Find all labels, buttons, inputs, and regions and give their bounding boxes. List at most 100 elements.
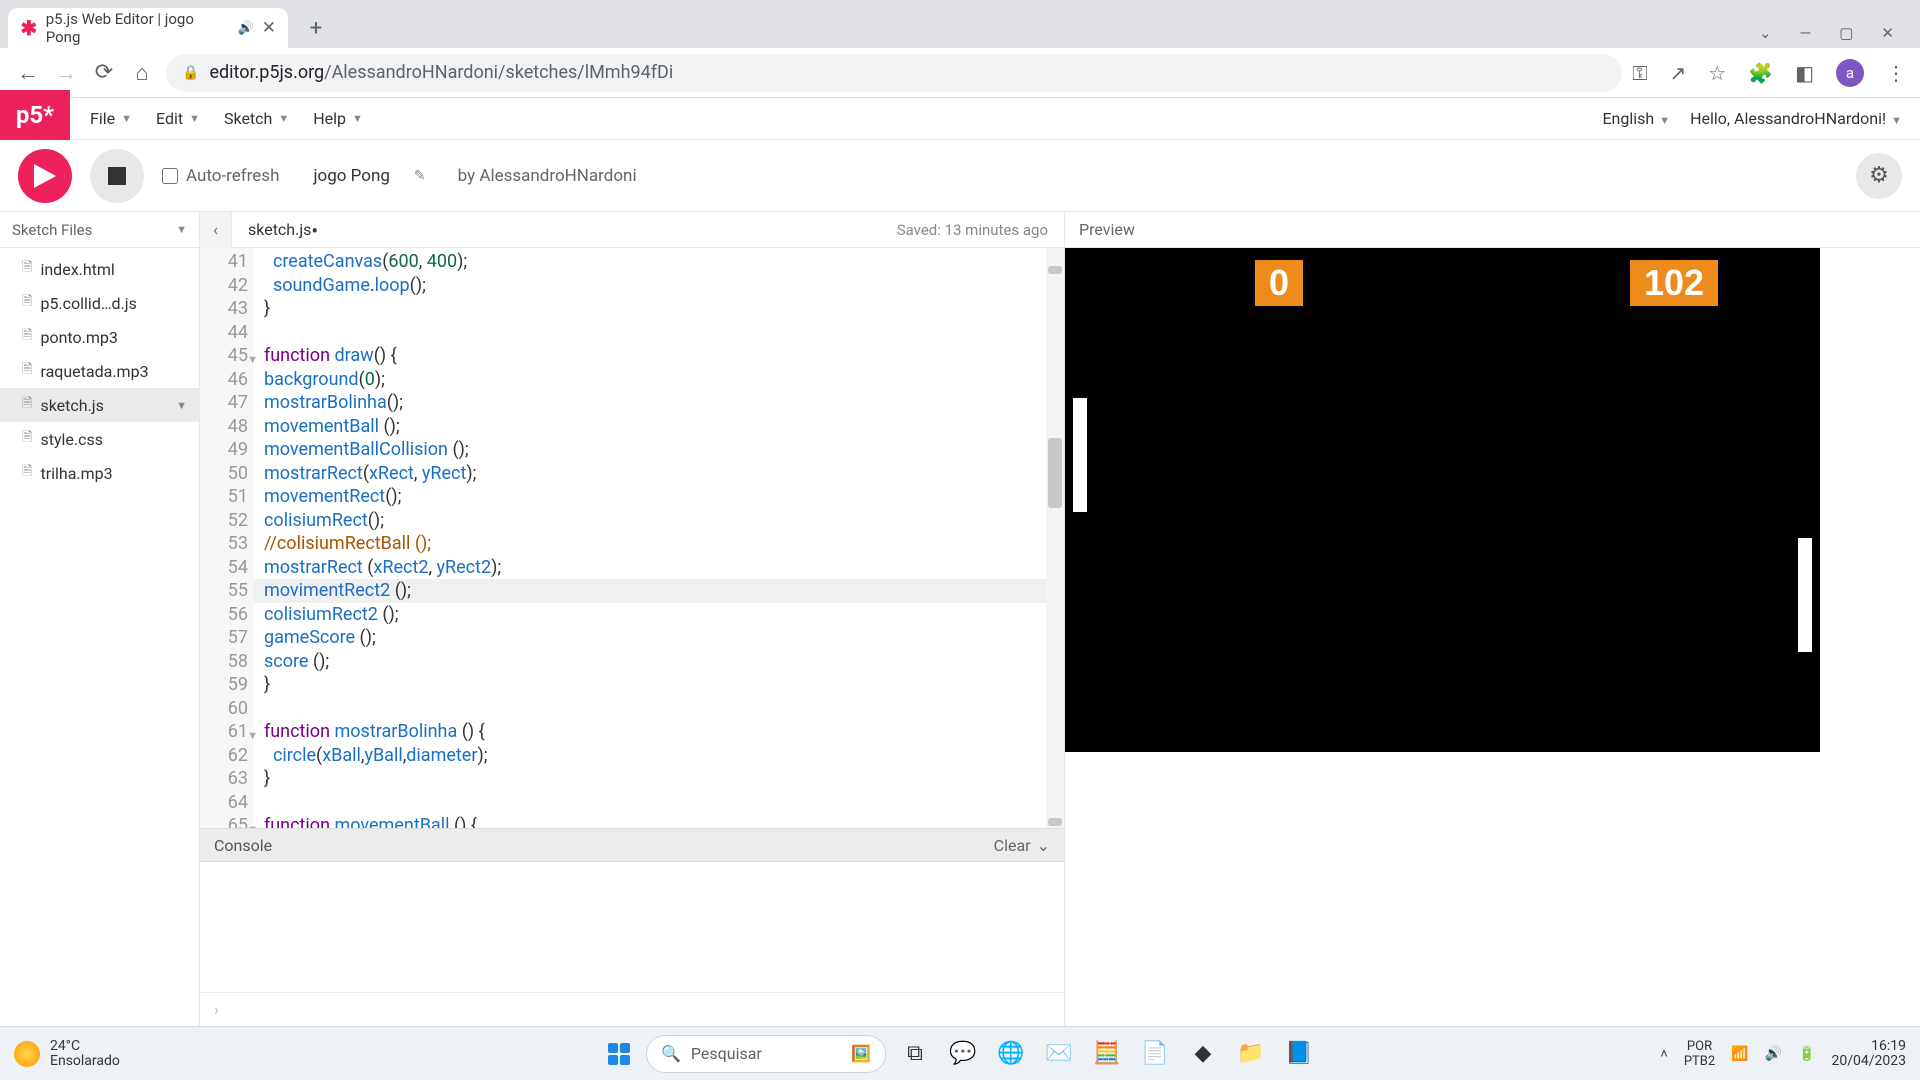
auto-refresh-checkbox[interactable] (162, 168, 178, 184)
maximize-icon[interactable]: ▢ (1839, 24, 1853, 42)
sketch-canvas[interactable]: 0 102 (1065, 248, 1820, 752)
search-placeholder: Pesquisar (691, 1044, 762, 1063)
p5-menubar: p5* File▼ Edit▼ Sketch▼ Help▼ English▼ H… (0, 98, 1920, 140)
new-tab-button[interactable]: + (298, 10, 334, 46)
auto-refresh-label: Auto-refresh (186, 166, 279, 186)
menu-sketch[interactable]: Sketch▼ (214, 101, 299, 136)
windows-taskbar: 24°C Ensolarado 🔍 Pesquisar 🖼️ ⧉ 💬 🌐 ✉️ … (0, 1026, 1920, 1080)
file-name: p5.collid…d.js (40, 294, 136, 313)
file-icon: 🗎 (22, 292, 32, 314)
file-icon: 🗎 (22, 462, 32, 484)
wifi-icon[interactable]: 📶 (1731, 1046, 1748, 1062)
word-icon[interactable]: 📘 (1280, 1035, 1318, 1073)
scroll-down-icon[interactable] (1048, 818, 1062, 826)
file-tab[interactable]: sketch.js• (232, 220, 334, 239)
home-icon[interactable]: ⌂ (128, 59, 156, 87)
start-button[interactable] (602, 1037, 636, 1071)
language-selector[interactable]: English▼ (1602, 109, 1670, 128)
copilot-icon[interactable]: ◆ (1184, 1035, 1222, 1073)
console-input[interactable]: › (200, 992, 1064, 1026)
reload-icon[interactable]: ⟳ (90, 59, 118, 87)
sketch-name: jogo Pong (313, 166, 389, 186)
file-item[interactable]: 🗎style.css (0, 422, 199, 456)
back-icon[interactable]: ← (14, 59, 42, 87)
volume-icon[interactable]: 🔊 (1765, 1046, 1782, 1062)
settings-button[interactable]: ⚙ (1856, 153, 1902, 199)
code-content[interactable]: createCanvas(600, 400); soundGame.loop()… (254, 248, 1064, 828)
bookmark-icon[interactable]: ☆ (1708, 61, 1726, 85)
collapse-sidebar-button[interactable]: ‹ (200, 212, 232, 248)
notepad-icon[interactable]: 📄 (1136, 1035, 1174, 1073)
clock[interactable]: 16:1920/04/2023 (1832, 1039, 1907, 1069)
battery-icon[interactable]: 🔋 (1798, 1046, 1815, 1062)
menu-file[interactable]: File▼ (80, 101, 142, 136)
file-icon: 🗎 (22, 258, 32, 280)
play-button[interactable] (18, 149, 72, 203)
file-item[interactable]: 🗎index.html (0, 252, 199, 286)
lock-icon: 🔒 (182, 65, 199, 81)
address-bar: ← → ⟳ ⌂ 🔒 editor.p5js.org/AlessandroHNar… (0, 48, 1920, 98)
close-window-icon[interactable]: ✕ (1881, 24, 1894, 42)
p5-editor: p5* File▼ Edit▼ Sketch▼ Help▼ English▼ H… (0, 98, 1920, 1026)
caret-down-icon: ▼ (176, 223, 187, 236)
editor-scrollbar[interactable] (1046, 248, 1064, 828)
user-greeting[interactable]: Hello, AlessandroHNardoni!▼ (1690, 109, 1902, 128)
weather-text: 24°C Ensolarado (50, 1039, 120, 1069)
calculator-icon[interactable]: 🧮 (1088, 1035, 1126, 1073)
file-icon: 🗎 (22, 394, 32, 416)
explorer-icon[interactable]: 📁 (1232, 1035, 1270, 1073)
mail-icon[interactable]: ✉️ (1040, 1035, 1078, 1073)
kebab-menu-icon[interactable]: ⋮ (1886, 61, 1906, 85)
tab-title: p5.js Web Editor | jogo Pong (46, 10, 230, 46)
caret-down-icon: ▼ (352, 112, 363, 125)
sidebar-header[interactable]: Sketch Files ▼ (0, 212, 199, 248)
teams-icon[interactable]: 💬 (944, 1035, 982, 1073)
console-clear-button[interactable]: Clear ⌄ (994, 836, 1050, 855)
sun-icon (14, 1041, 40, 1067)
code-editor[interactable]: 4142434445▼46474849505152535455565758596… (200, 248, 1064, 828)
chrome-icon[interactable]: 🌐 (992, 1035, 1030, 1073)
console-label: Console (214, 836, 272, 855)
profile-avatar[interactable]: a (1836, 59, 1864, 87)
scrollbar-thumb[interactable] (1048, 438, 1062, 508)
search-icon: 🔍 (661, 1044, 681, 1063)
menu-edit[interactable]: Edit▼ (146, 101, 210, 136)
addr-right-icons: ⚿ ↗ ☆ 🧩 ◧ a ⋮ (1632, 59, 1906, 87)
sidepanel-icon[interactable]: ◧ (1795, 61, 1814, 85)
tab-search-icon[interactable]: ⌄ (1759, 24, 1772, 42)
browser-tab[interactable]: ✱ p5.js Web Editor | jogo Pong 🔊 ✕ (8, 8, 288, 48)
saved-status: Saved: 13 minutes ago (897, 221, 1064, 239)
file-more-icon[interactable]: ▼ (176, 399, 187, 412)
author-label: by AlessandroHNardoni (458, 166, 637, 186)
tab-favicon-icon: ✱ (20, 19, 38, 37)
tray-overflow-icon[interactable]: ˄ (1660, 1046, 1668, 1062)
file-item[interactable]: 🗎 p5.collid…d.js (0, 286, 199, 320)
audio-icon[interactable]: 🔊 (238, 21, 254, 36)
menubar-right: English▼ Hello, AlessandroHNardoni!▼ (1602, 109, 1920, 128)
extensions-icon[interactable]: 🧩 (1748, 61, 1773, 85)
edit-name-icon[interactable]: ✎ (414, 168, 426, 184)
key-icon[interactable]: ⚿ (1632, 61, 1647, 85)
score-right: 102 (1630, 260, 1718, 306)
p5-logo[interactable]: p5* (0, 90, 70, 140)
menu-help[interactable]: Help▼ (303, 101, 373, 136)
file-item[interactable]: 🗎ponto.mp3 (0, 320, 199, 354)
weather-widget[interactable]: 24°C Ensolarado (14, 1039, 120, 1069)
stop-button[interactable] (90, 149, 144, 203)
file-item[interactable]: 🗎sketch.js▼ (0, 388, 199, 422)
scroll-up-icon[interactable] (1048, 266, 1062, 274)
main-menus: File▼ Edit▼ Sketch▼ Help▼ (80, 101, 373, 136)
paddle-left (1073, 398, 1087, 512)
taskbar-search[interactable]: 🔍 Pesquisar 🖼️ (646, 1035, 886, 1073)
tab-close-icon[interactable]: ✕ (262, 18, 276, 38)
file-item[interactable]: 🗎trilha.mp3 (0, 456, 199, 490)
url-field[interactable]: 🔒 editor.p5js.org/AlessandroHNardoni/ske… (166, 54, 1622, 92)
minimize-icon[interactable]: — (1800, 24, 1812, 42)
taskview-icon[interactable]: ⧉ (896, 1035, 934, 1073)
search-visual-icon: 🖼️ (851, 1044, 871, 1063)
auto-refresh-toggle[interactable]: Auto-refresh (162, 166, 279, 186)
file-icon: 🗎 (22, 326, 32, 348)
language-indicator[interactable]: PORPTB2 (1684, 1039, 1715, 1069)
file-item[interactable]: 🗎raquetada.mp3 (0, 354, 199, 388)
share-icon[interactable]: ↗ (1669, 61, 1686, 85)
